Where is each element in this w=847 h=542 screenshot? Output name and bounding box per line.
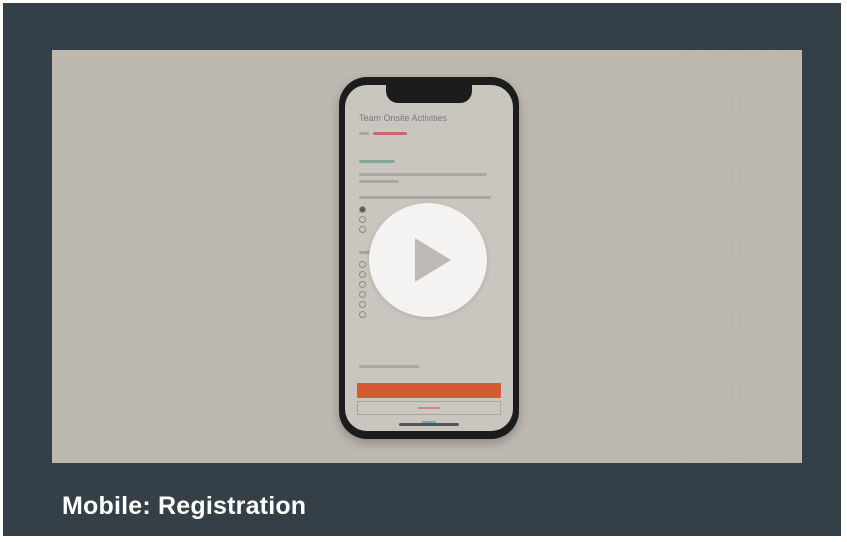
screen-radio <box>359 216 366 223</box>
screen-text-line <box>359 196 491 199</box>
video-thumbnail[interactable]: Team Onsite Activities <box>52 50 802 463</box>
home-indicator <box>399 423 459 426</box>
screen-primary-button <box>357 383 501 398</box>
video-title[interactable]: Mobile: Registration <box>62 492 306 521</box>
screen-text-line <box>359 365 419 368</box>
screen-radio <box>359 311 366 318</box>
phone-notch <box>386 85 472 103</box>
screen-radio <box>359 271 366 278</box>
screen-radio <box>359 261 366 268</box>
screen-radio <box>359 206 366 213</box>
screen-text-line <box>359 132 369 135</box>
dotted-background-pattern <box>682 50 802 463</box>
play-button[interactable] <box>369 203 487 317</box>
screen-text-line <box>359 173 487 176</box>
phone-screen-header: Team Onsite Activities <box>359 113 448 123</box>
play-icon <box>415 238 451 282</box>
screen-text-line <box>373 132 407 135</box>
screen-secondary-button <box>357 401 501 415</box>
screen-radio <box>359 226 366 233</box>
screen-radio <box>359 281 366 288</box>
video-card: Team Onsite Activities Mobile: Registrat… <box>3 3 841 536</box>
screen-text-line <box>359 180 399 183</box>
screen-text-line <box>359 160 395 163</box>
screen-radio <box>359 301 366 308</box>
screen-radio <box>359 291 366 298</box>
